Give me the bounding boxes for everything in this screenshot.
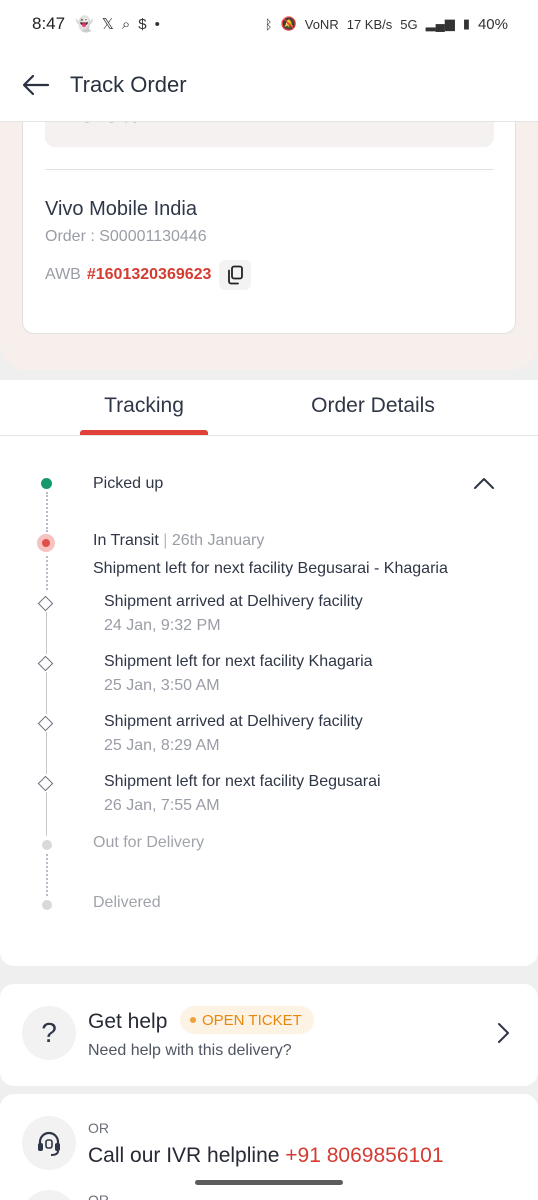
timeline-connector: [46, 612, 47, 654]
awb-label: AWB: [45, 266, 81, 283]
divider: [45, 169, 494, 170]
event-time: 25 Jan, 3:50 AM: [104, 677, 220, 694]
delivery-date-box: 28 Jan: [45, 122, 494, 147]
search-icon: ⌕: [121, 15, 131, 33]
arrow-left-icon: [22, 74, 50, 95]
help-subtitle: Need help with this delivery?: [88, 1042, 292, 1059]
status-bar: 8:47 👻 𝕏 ⌕ $ • ᛒ 🔕 VoNR 17 KB/s 5G ▂▄▆ ▮…: [0, 0, 538, 48]
event-marker-icon: [37, 715, 54, 732]
timeline-connector: [46, 792, 47, 836]
shazam-icon: $: [138, 15, 147, 33]
order-card: 28 Jan Vivo Mobile India Order : S000011…: [22, 122, 516, 334]
help-title: Get help: [88, 1010, 168, 1033]
event-time: 24 Jan, 9:32 PM: [104, 617, 221, 634]
in-transit-date: 26th January: [171, 532, 265, 549]
separator: |: [163, 532, 168, 549]
next-option-icon: [22, 1190, 76, 1200]
picked-up-dot: [41, 478, 52, 489]
badge-dot: [190, 1017, 196, 1023]
active-tab-indicator: [80, 430, 208, 435]
chevron-up-icon: [474, 477, 494, 489]
tracking-section: Tracking Order Details Picked up In Tran…: [0, 380, 538, 966]
in-transit-detail: Shipment left for next facility Begusara…: [93, 560, 448, 577]
status-right: ᛒ 🔕 VoNR 17 KB/s 5G ▂▄▆ ▮ 40%: [265, 16, 508, 33]
delivered-label: Delivered: [93, 894, 161, 911]
delivered-dot: [42, 900, 52, 910]
tab-tracking[interactable]: Tracking: [80, 394, 208, 418]
order-id: Order : S00001130446: [45, 228, 207, 245]
status-time: 8:47: [32, 14, 66, 33]
tab-order-details[interactable]: Order Details: [300, 394, 446, 418]
chevron-right-icon: [498, 1023, 509, 1043]
timeline-connector: [46, 672, 47, 714]
timeline-connector: [46, 854, 48, 896]
copy-icon: [228, 265, 244, 285]
status-left-icons: 👻 𝕏 ⌕ $ •: [75, 15, 160, 34]
network-type: 5G: [400, 16, 418, 32]
event-time: 26 Jan, 7:55 AM: [104, 797, 220, 814]
battery-level: 40%: [477, 15, 508, 33]
question-icon: ?: [22, 1006, 76, 1060]
event-marker-icon: [37, 655, 54, 672]
event-title: Shipment arrived at Delhivery facility: [104, 713, 363, 730]
app-header: Track Order: [0, 48, 538, 122]
in-transit-dot: [37, 534, 55, 552]
open-ticket-badge: OPEN TICKET: [180, 1006, 314, 1034]
event-title: Shipment left for next facility Begusara…: [104, 773, 381, 790]
battery-icon: ▮: [462, 16, 470, 31]
event-marker-icon: [37, 775, 54, 792]
awb-row: AWB #1601320369623: [45, 260, 252, 290]
x-icon: 𝕏: [101, 16, 114, 33]
event-title: Shipment left for next facility Khagaria: [104, 653, 373, 670]
seller-name: Vivo Mobile India: [45, 198, 197, 220]
get-help-card[interactable]: ? Get help OPEN TICKET Need help with th…: [0, 984, 538, 1086]
timeline-connector: [46, 492, 48, 532]
event-time: 25 Jan, 8:29 AM: [104, 737, 220, 754]
headset-icon: [22, 1116, 76, 1170]
timeline-connector: [46, 556, 48, 590]
timeline-connector: [46, 732, 47, 774]
home-indicator[interactable]: [195, 1180, 343, 1185]
out-for-delivery-dot: [42, 840, 52, 850]
event-marker-icon: [37, 595, 54, 612]
volte-icon: VoNR: [304, 16, 339, 32]
event-title: Shipment arrived at Delhivery facility: [104, 593, 363, 610]
ivr-phone-link[interactable]: +91 8069856101: [285, 1144, 443, 1167]
delivery-date: 28 Jan: [62, 122, 155, 130]
page-title: Track Order: [70, 71, 187, 97]
collapse-button[interactable]: [470, 472, 498, 494]
awb-number[interactable]: #1601320369623: [87, 266, 212, 284]
in-transit-label: In Transit: [93, 532, 159, 549]
in-transit-status: In Transit | 26th January: [93, 532, 264, 550]
or-label: OR: [88, 1120, 109, 1136]
bluetooth-icon: ᛒ: [264, 16, 273, 32]
ivr-title: Call our IVR helpline +91 8069856101: [88, 1144, 444, 1168]
badge-label: OPEN TICKET: [202, 1011, 302, 1029]
picked-up-label: Picked up: [93, 475, 164, 492]
out-for-delivery-label: Out for Delivery: [93, 834, 205, 851]
signal-icon: ▂▄▆: [425, 16, 455, 31]
ivr-label: Call our IVR helpline: [88, 1144, 280, 1167]
order-summary-area: 28 Jan Vivo Mobile India Order : S000011…: [0, 122, 538, 370]
copy-awb-button[interactable]: [219, 260, 252, 290]
dot-icon: •: [154, 15, 160, 33]
snapchat-icon: 👻: [75, 16, 94, 33]
or-label: OR: [88, 1192, 109, 1200]
network-speed: 17 KB/s: [346, 16, 393, 32]
back-button[interactable]: [18, 67, 54, 103]
mute-icon: 🔕: [280, 16, 297, 31]
tab-bar: Tracking Order Details: [0, 380, 538, 436]
